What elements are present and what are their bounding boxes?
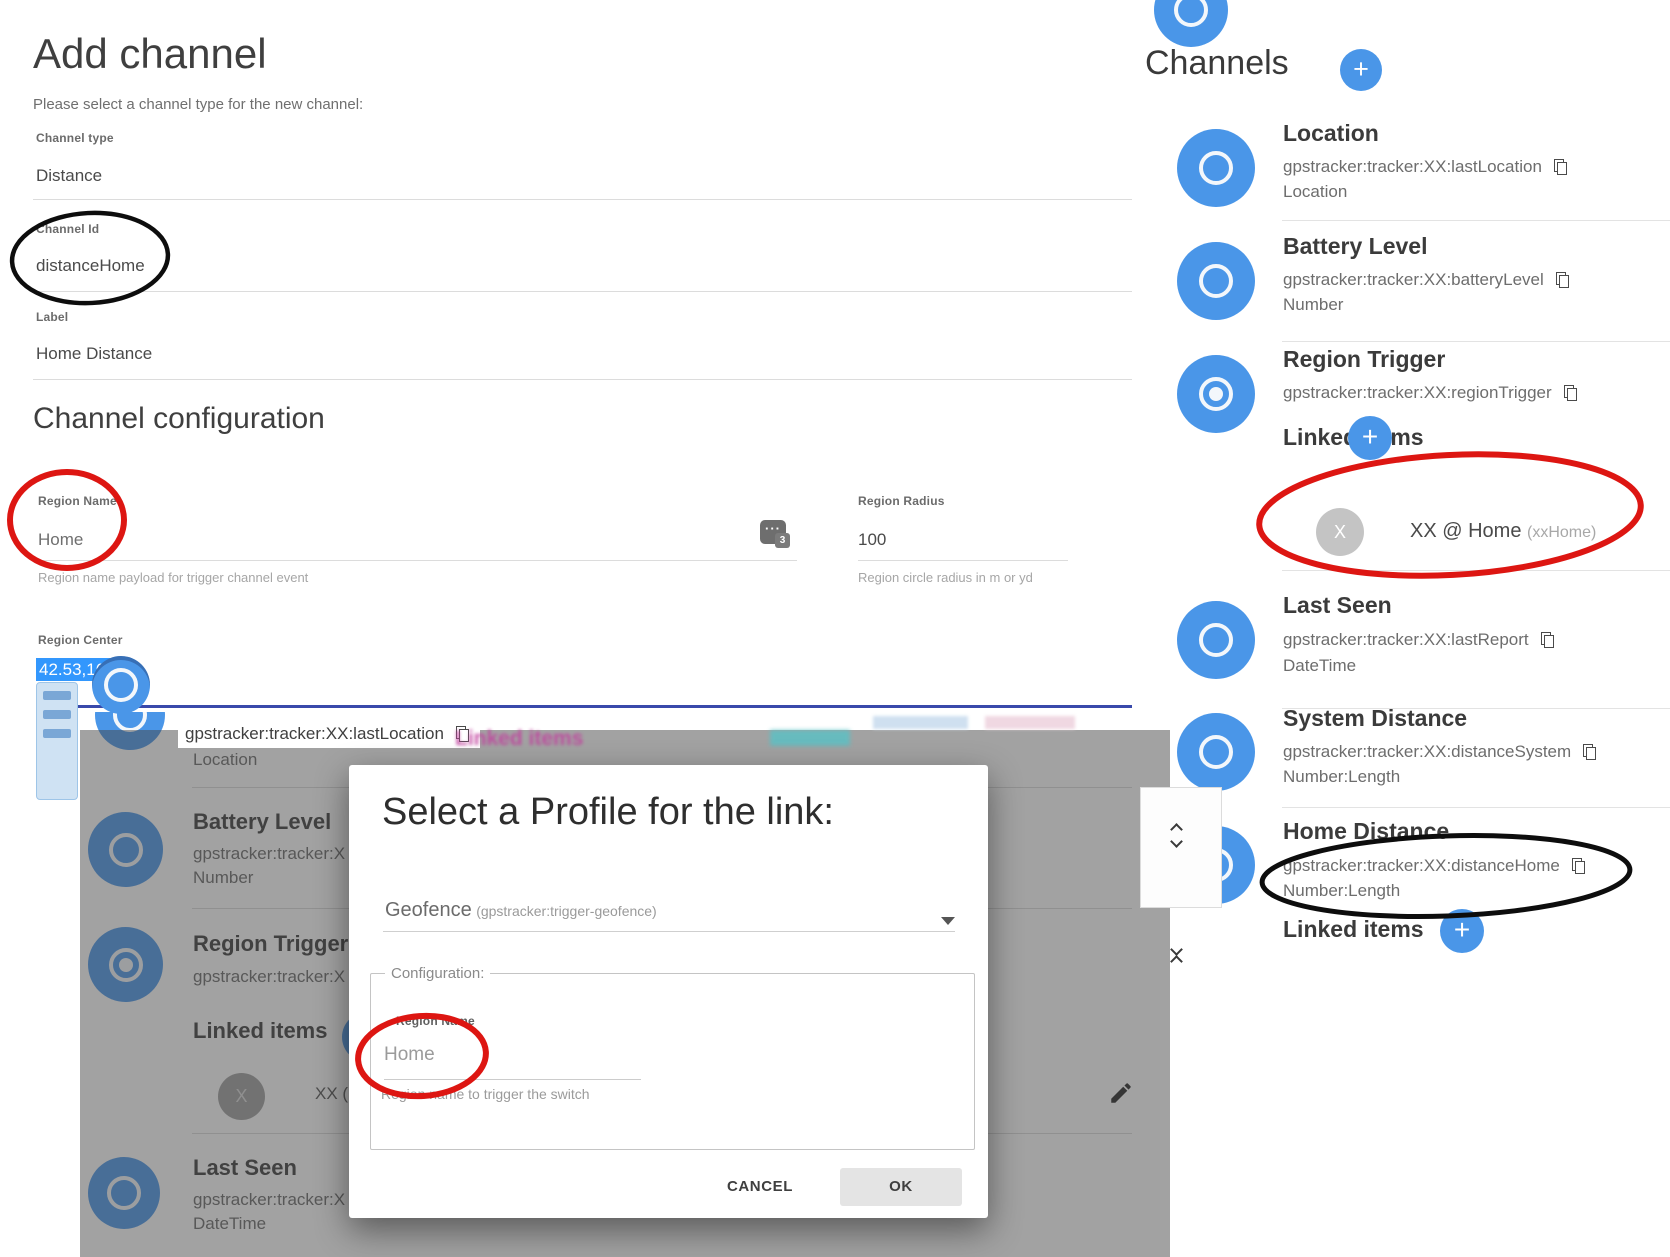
blurred-fragment: Linked items bbox=[455, 727, 583, 751]
divider bbox=[858, 560, 1068, 561]
channel-title: Battery Level bbox=[1283, 233, 1427, 260]
add-channel-button[interactable]: + bbox=[1340, 49, 1382, 91]
add-link-button[interactable]: + bbox=[1348, 416, 1392, 460]
page: Add channel Please select a channel type… bbox=[0, 0, 1670, 1257]
channel-type-text: Number:Length bbox=[1283, 767, 1400, 787]
divider bbox=[33, 291, 1135, 292]
unfold-more-icon[interactable] bbox=[1172, 825, 1181, 846]
channel-title: Region Trigger bbox=[1283, 346, 1445, 373]
region-name-label: Region Name bbox=[38, 494, 117, 508]
channel-uid-fragment: gpstracker:tracker:XX:lastLocation bbox=[185, 724, 468, 744]
copy-icon[interactable] bbox=[1564, 385, 1576, 400]
region-radius-input[interactable]: 100 bbox=[858, 530, 886, 550]
screenshot-fragment-box bbox=[1140, 787, 1222, 908]
channel-uid: gpstracker:tracker:XX:lastLocation bbox=[1283, 157, 1566, 177]
channel-title: Last Seen bbox=[1283, 592, 1392, 619]
color-fragment bbox=[873, 716, 968, 729]
copy-icon[interactable] bbox=[1541, 632, 1553, 647]
region-name-helper: Region name payload for trigger channel … bbox=[38, 570, 308, 585]
channel-title: System Distance bbox=[1283, 705, 1467, 732]
profile-dialog: Select a Profile for the link: Geofence … bbox=[349, 765, 988, 1218]
region-name-helper: Region name to trigger the switch bbox=[381, 1086, 590, 1102]
channel-type-value[interactable]: Distance bbox=[36, 166, 102, 186]
region-name-input[interactable]: Home bbox=[384, 1044, 435, 1066]
channel-config-title: Channel configuration bbox=[33, 402, 325, 436]
unfold-less-icon[interactable] bbox=[1172, 945, 1181, 966]
divider bbox=[38, 560, 797, 561]
region-trigger-channel-icon bbox=[1177, 355, 1255, 433]
channel-type-label: Channel type bbox=[36, 131, 114, 145]
channel-title: Home Distance bbox=[1283, 818, 1449, 845]
location-channel-icon bbox=[1177, 129, 1255, 207]
map-control-fragment bbox=[36, 682, 78, 800]
dialog-title: Select a Profile for the link: bbox=[382, 791, 834, 834]
last-seen-channel-icon bbox=[1177, 601, 1255, 679]
copy-icon[interactable] bbox=[1554, 159, 1566, 174]
focused-underline bbox=[36, 705, 1135, 708]
configuration-fieldset: Configuration: Region Name Home Region n… bbox=[370, 965, 975, 1150]
item-avatar: X bbox=[1316, 508, 1364, 556]
autofill-extension-icon[interactable]: ··· 3 bbox=[760, 520, 790, 548]
channel-uid: gpstracker:tracker:XX:regionTrigger bbox=[1283, 383, 1576, 403]
channel-type-text: DateTime bbox=[1283, 656, 1356, 676]
dropdown-caret-icon[interactable] bbox=[941, 917, 955, 925]
channel-title: Location bbox=[1283, 120, 1379, 147]
partial-circle-icon bbox=[1154, 0, 1228, 47]
channels-heading: Channels bbox=[1145, 44, 1289, 83]
color-fragment bbox=[770, 730, 850, 746]
channel-uid: gpstracker:tracker:XX:distanceHome bbox=[1283, 856, 1584, 876]
label-input[interactable]: Home Distance bbox=[36, 344, 152, 364]
region-center-label: Region Center bbox=[38, 633, 123, 647]
profile-select[interactable]: Geofence (gpstracker:trigger-geofence) bbox=[385, 899, 657, 922]
fieldset-legend: Configuration: bbox=[385, 965, 490, 982]
add-link-button[interactable]: + bbox=[1440, 909, 1484, 953]
channel-uid: gpstracker:tracker:XX:distanceSystem bbox=[1283, 742, 1595, 762]
divider bbox=[33, 379, 1135, 380]
region-radius-label: Region Radius bbox=[858, 494, 945, 508]
copy-icon[interactable] bbox=[1572, 858, 1584, 873]
intro-text: Please select a channel type for the new… bbox=[33, 96, 363, 113]
location-channel-icon-fragment bbox=[92, 656, 150, 714]
label-field-label: Label bbox=[36, 310, 68, 324]
region-name-label: Region Name bbox=[396, 1014, 475, 1028]
copy-icon[interactable] bbox=[1556, 272, 1568, 287]
channels-panel: Channels + Location gpstracker:tracker:X… bbox=[1132, 0, 1670, 1257]
ok-button[interactable]: OK bbox=[840, 1168, 962, 1206]
cancel-button[interactable]: CANCEL bbox=[700, 1168, 820, 1206]
channel-type-text: Location bbox=[1283, 182, 1347, 202]
autofill-badge: 3 bbox=[775, 533, 790, 548]
channel-uid: gpstracker:tracker:XX:lastReport bbox=[1283, 630, 1553, 650]
divider bbox=[33, 199, 1135, 200]
channel-uid: gpstracker:tracker:XX:batteryLevel bbox=[1283, 270, 1568, 290]
page-title: Add channel bbox=[33, 30, 267, 78]
channel-id-label: Channel Id bbox=[36, 222, 99, 236]
channel-id-input[interactable]: distanceHome bbox=[36, 256, 145, 276]
system-distance-channel-icon bbox=[1177, 713, 1255, 791]
channel-type-text: Number bbox=[1283, 295, 1343, 315]
region-radius-helper: Region circle radius in m or yd bbox=[858, 570, 1033, 585]
battery-channel-icon bbox=[1177, 242, 1255, 320]
channel-type-text: Number:Length bbox=[1283, 881, 1400, 901]
color-fragment bbox=[985, 716, 1075, 729]
linked-item[interactable]: XX @ Home (xxHome) bbox=[1410, 520, 1596, 543]
region-name-input[interactable]: Home bbox=[38, 530, 83, 550]
linked-items-header: Linked items bbox=[1283, 916, 1424, 943]
copy-icon[interactable] bbox=[1583, 744, 1595, 759]
